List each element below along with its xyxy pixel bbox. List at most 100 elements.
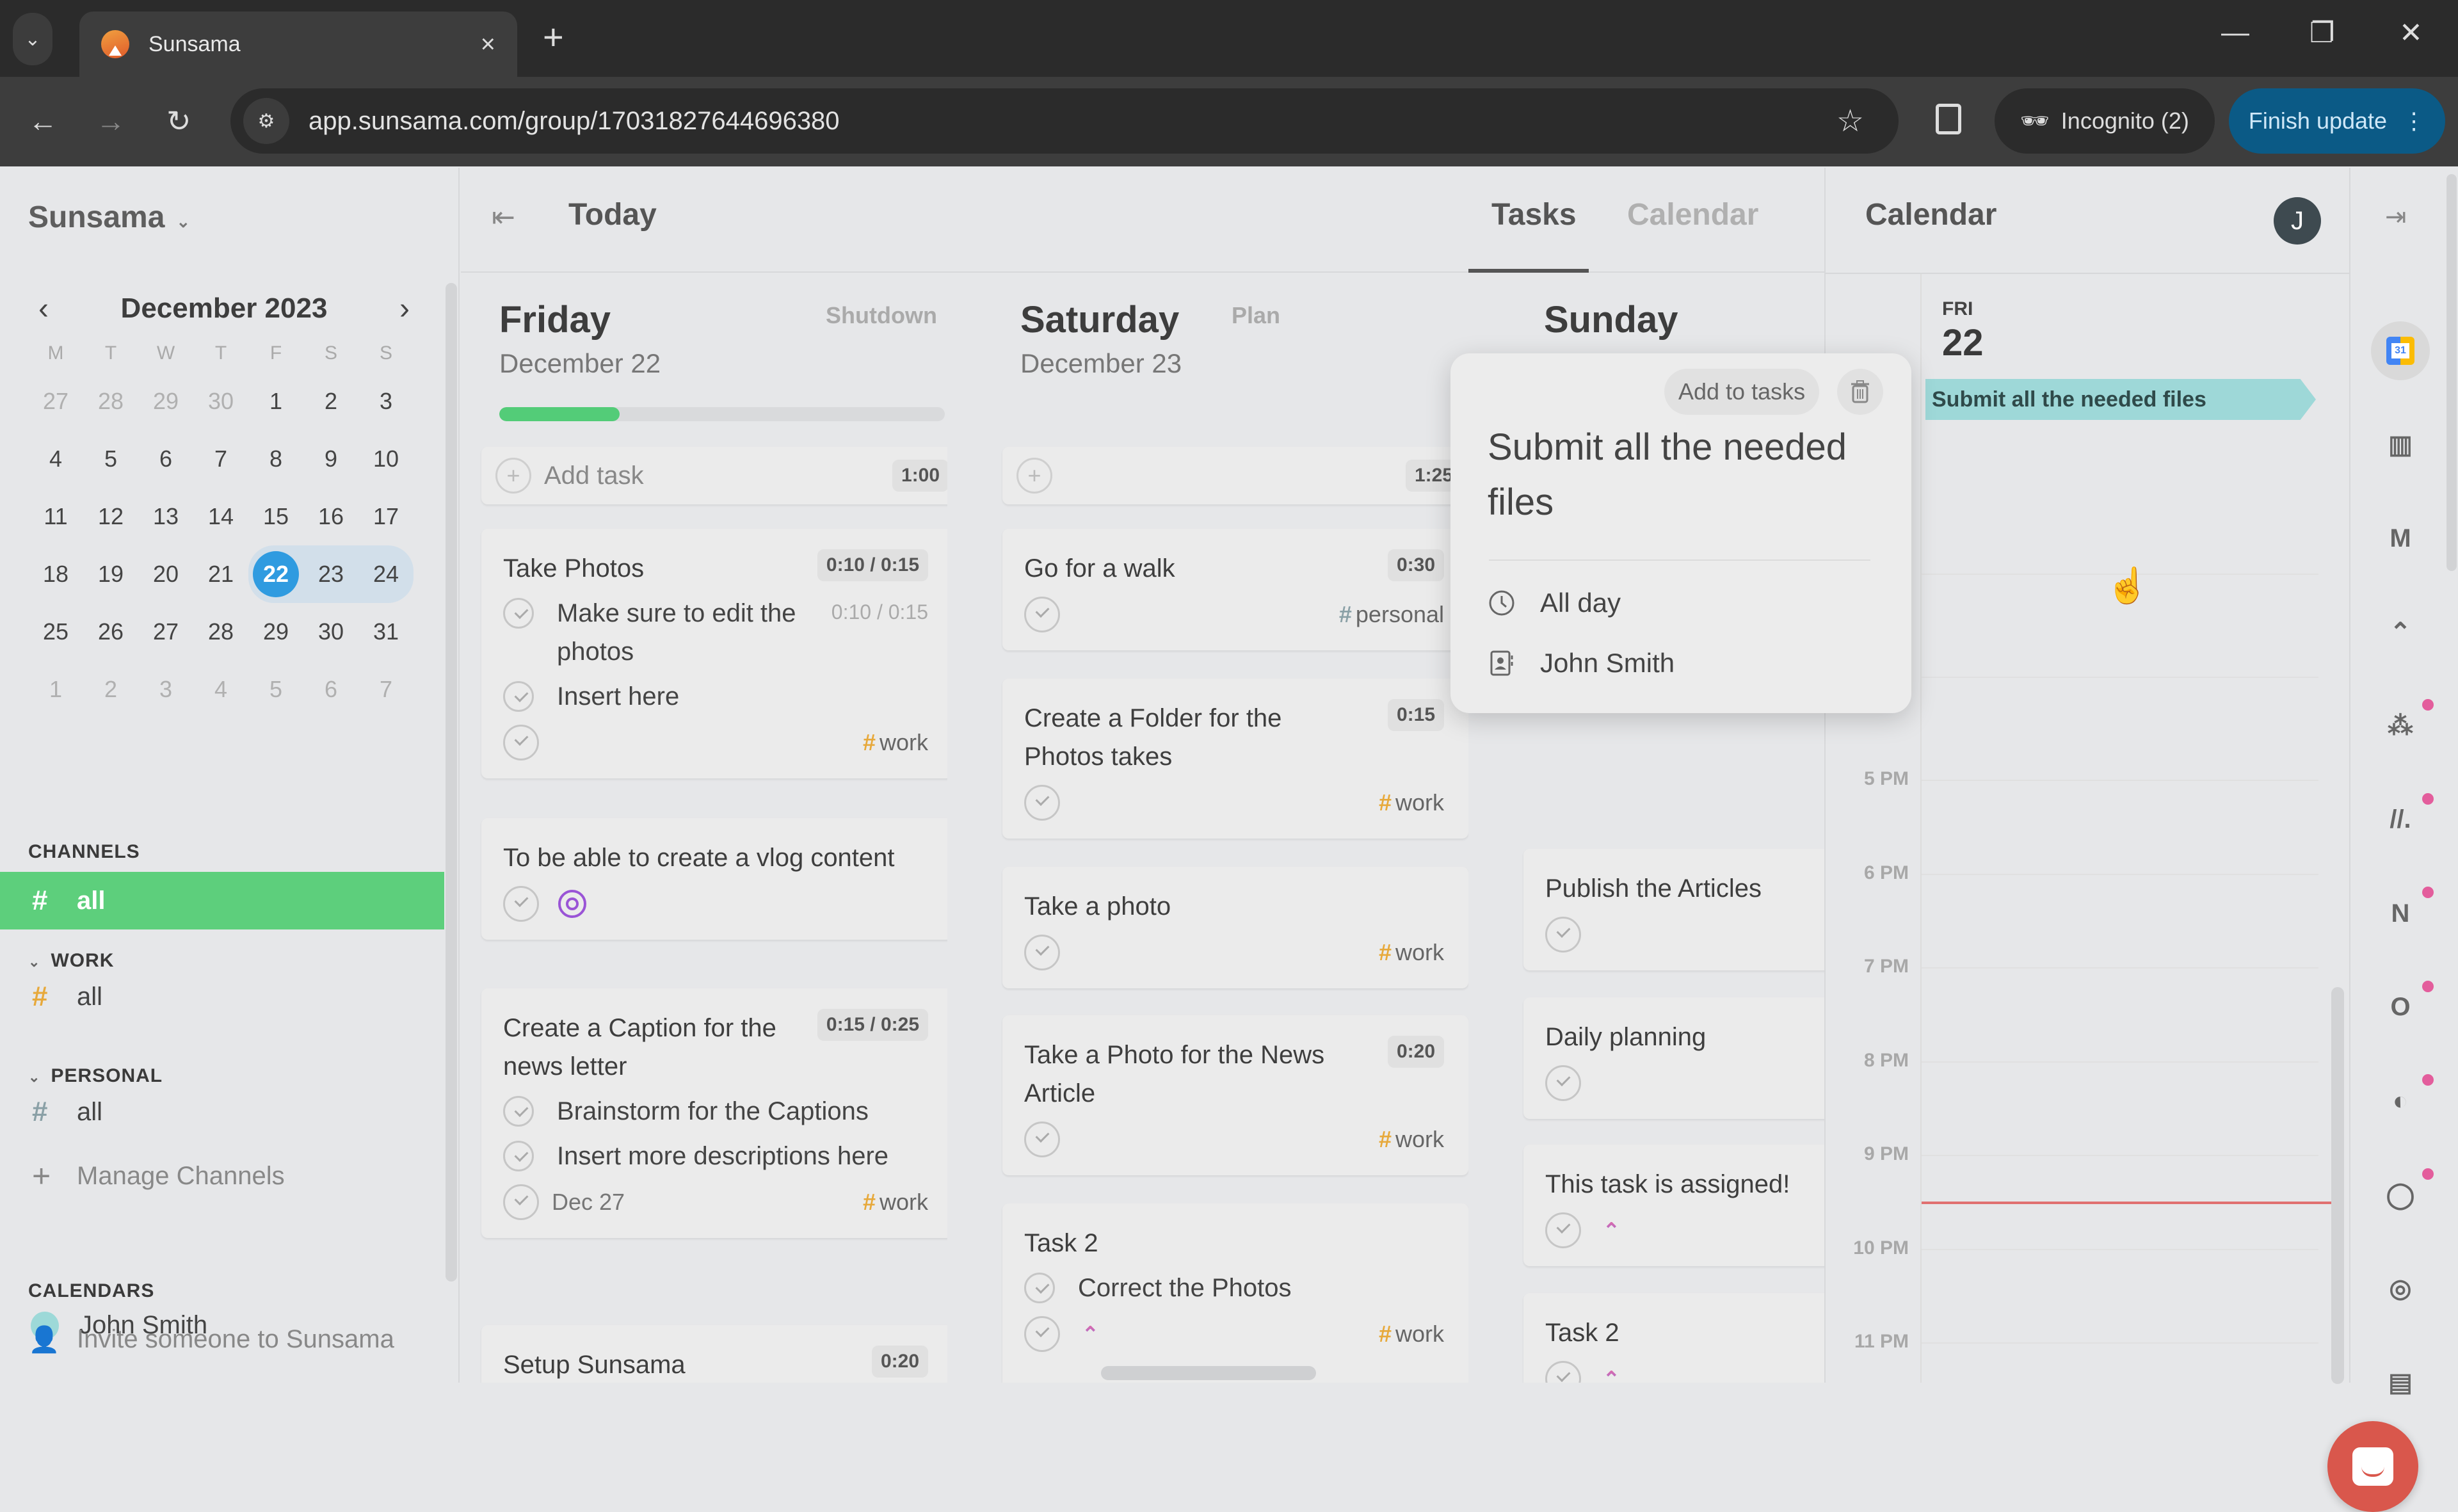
trello-icon[interactable]: ▥ (2377, 422, 2423, 468)
add-task-row[interactable]: + Add task 1:00 (481, 447, 947, 504)
mini-calendar-day[interactable]: 15 (248, 488, 303, 545)
complete-checkbox[interactable] (1024, 1273, 1055, 1303)
mini-calendar-day[interactable]: 20 (138, 545, 193, 603)
task-time[interactable]: 0:15 / 0:25 (817, 1009, 928, 1041)
asana-icon[interactable]: ⁂ (2377, 703, 2423, 749)
task-time[interactable]: 0:15 (1387, 699, 1444, 731)
complete-checkbox[interactable] (503, 681, 534, 712)
add-task-row[interactable]: + 1:25 (1002, 447, 1468, 504)
horizontal-scrollbar[interactable] (1101, 1366, 1316, 1380)
target-icon[interactable]: ◎ (2377, 1266, 2423, 1312)
chat-support-button[interactable] (2327, 1421, 2418, 1512)
mini-calendar-day[interactable]: 21 (193, 545, 248, 603)
mini-calendar-day[interactable]: 12 (83, 488, 138, 545)
complete-checkbox[interactable] (1545, 917, 1581, 953)
mini-calendar-day[interactable]: 2 (83, 661, 138, 718)
complete-checkbox[interactable] (1545, 1065, 1581, 1101)
mini-calendar-day[interactable]: 27 (138, 603, 193, 661)
manage-channels-button[interactable]: + Manage Channels (32, 1157, 285, 1194)
channel-tag[interactable]: # work (1379, 789, 1444, 816)
task-time[interactable]: 0:30 (1387, 549, 1444, 581)
task-card[interactable]: Task 2 ⌃ (1523, 1293, 1824, 1383)
complete-checkbox[interactable] (1024, 1122, 1060, 1157)
mini-calendar-day[interactable]: 27 (28, 373, 83, 430)
minimize-window-button[interactable]: — (2221, 17, 2249, 49)
channel-personal-all[interactable]: # all (0, 1083, 444, 1141)
complete-checkbox[interactable] (503, 1184, 539, 1220)
side-panel-icon[interactable] (1936, 104, 1961, 134)
collapse-sidebar-icon[interactable]: ⇤ (492, 201, 515, 234)
complete-checkbox[interactable] (1024, 785, 1060, 821)
mini-calendar-day[interactable]: 28 (83, 373, 138, 430)
clickup-icon[interactable]: ⌃ (2377, 609, 2423, 655)
add-to-tasks-button[interactable]: Add to tasks (1664, 369, 1820, 415)
reload-button[interactable]: ↻ (166, 104, 191, 138)
restore-window-button[interactable]: ❐ (2309, 17, 2334, 49)
incognito-indicator[interactable]: 🕶 Incognito (2) (1995, 88, 2215, 154)
mini-calendar-day[interactable]: 18 (28, 545, 83, 603)
channel-work-all[interactable]: # all (0, 968, 444, 1025)
complete-checkbox[interactable] (503, 1141, 534, 1171)
add-task-input[interactable]: Add task (544, 462, 892, 490)
task-card[interactable]: Take Photos 0:10 / 0:15 Make sure to edi… (481, 529, 947, 778)
delete-button[interactable] (1837, 369, 1883, 415)
close-window-button[interactable]: ✕ (2399, 17, 2423, 49)
close-tab-icon[interactable]: × (481, 30, 495, 59)
mini-calendar-day[interactable]: 28 (193, 603, 248, 661)
channel-tag[interactable]: # work (1379, 939, 1444, 966)
task-card[interactable]: This task is assigned! ⌃ (1523, 1145, 1824, 1266)
channel-tag[interactable]: # personal (1339, 601, 1444, 628)
back-button[interactable]: ← (28, 104, 58, 138)
task-card[interactable]: Create a Folder for the Photos takes 0:1… (1002, 679, 1468, 839)
address-bar[interactable]: ⚙ app.sunsama.com/group/1703182764469638… (230, 88, 1899, 154)
subtask[interactable]: Insert more descriptions here (503, 1137, 928, 1175)
collapse-calendar-icon[interactable]: ⇥ (2385, 202, 2407, 232)
mini-calendar-day[interactable]: 24 (358, 545, 414, 603)
mini-calendar-day[interactable]: 26 (83, 603, 138, 661)
url-text[interactable]: app.sunsama.com/group/17031827644696380 (309, 107, 1836, 136)
task-card[interactable]: Go for a walk 0:30 # personal (1002, 529, 1468, 650)
invite-button[interactable]: 👤 Invite someone to Sunsama (28, 1324, 394, 1355)
mini-calendar-day[interactable]: 5 (248, 661, 303, 718)
avatar[interactable]: J (2274, 197, 2321, 245)
mini-calendar-day[interactable]: 4 (28, 430, 83, 488)
task-time[interactable]: 0:10 / 0:15 (817, 549, 928, 581)
complete-checkbox[interactable] (1024, 597, 1060, 632)
mini-calendar-day[interactable]: 30 (193, 373, 248, 430)
site-settings-icon[interactable]: ⚙ (243, 98, 289, 144)
task-card[interactable]: Publish the Articles (1523, 849, 1824, 970)
channel-all[interactable]: # all (0, 872, 444, 929)
plan-button[interactable]: Plan (1232, 302, 1280, 329)
calendar-scrollbar[interactable] (2331, 987, 2344, 1384)
mini-calendar-day[interactable]: 14 (193, 488, 248, 545)
complete-checkbox[interactable] (1024, 1316, 1060, 1352)
prev-month-button[interactable]: ‹ (38, 291, 49, 326)
next-month-button[interactable]: › (399, 291, 410, 326)
notion-icon[interactable]: N (2377, 890, 2423, 937)
task-card[interactable]: To be able to create a vlog content (481, 818, 947, 940)
mini-calendar-day[interactable]: 2 (303, 373, 358, 430)
subtask[interactable]: Make sure to edit the photos 0:10 / 0:15 (503, 594, 928, 671)
mini-calendar-day[interactable]: 5 (83, 430, 138, 488)
mini-calendar-day[interactable]: 11 (28, 488, 83, 545)
task-time[interactable]: 0:20 (1387, 1036, 1444, 1068)
complete-checkbox[interactable] (1024, 935, 1060, 970)
github-icon[interactable]: ◯ (2377, 1172, 2423, 1218)
mini-calendar-day[interactable]: 16 (303, 488, 358, 545)
task-card[interactable]: Daily planning (1523, 997, 1824, 1119)
mini-calendar-day[interactable]: 4 (193, 661, 248, 718)
bookmark-star-icon[interactable]: ☆ (1836, 103, 1864, 139)
mini-calendar-day-selected[interactable]: 22 (248, 545, 303, 603)
mini-calendar-day[interactable]: 29 (138, 373, 193, 430)
task-card[interactable]: Create a Caption for the news letter 0:1… (481, 988, 947, 1238)
mini-calendar-day[interactable]: 9 (303, 430, 358, 488)
task-card[interactable]: Setup Sunsama 0:20 (481, 1325, 947, 1383)
mini-calendar-day[interactable]: 29 (248, 603, 303, 661)
mini-calendar-day[interactable]: 3 (358, 373, 414, 430)
mini-calendar-day[interactable]: 3 (138, 661, 193, 718)
browser-tab-active[interactable]: Sunsama × (79, 12, 517, 77)
channel-tag[interactable]: # work (1379, 1126, 1444, 1153)
mini-calendar-day[interactable]: 30 (303, 603, 358, 661)
google-calendar-icon[interactable] (2371, 321, 2430, 380)
mini-calendar-day[interactable]: 7 (193, 430, 248, 488)
